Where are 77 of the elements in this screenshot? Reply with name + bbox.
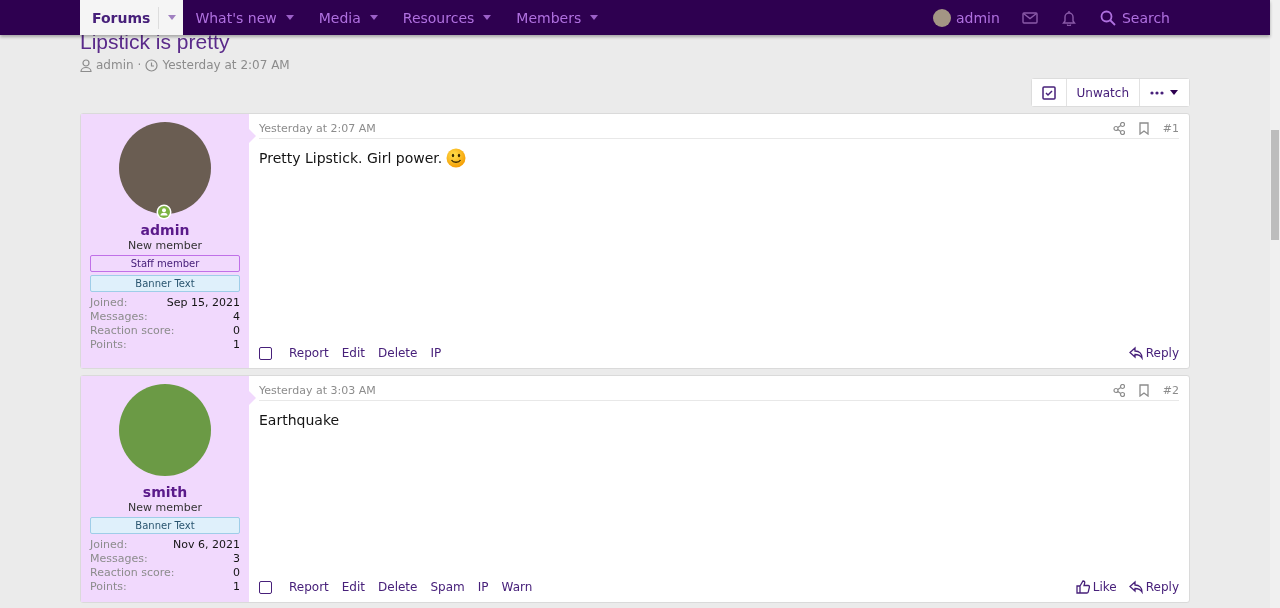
post-text: Pretty Lipstick. Girl power. — [259, 150, 443, 166]
user-title: New member — [128, 239, 202, 252]
stat-label: Joined: — [90, 538, 128, 552]
post-date-link[interactable]: Yesterday at 3:03 AM — [259, 384, 376, 397]
caret-icon — [368, 14, 379, 21]
stat-value: 0 — [233, 324, 240, 338]
nav-tab[interactable]: Forums — [80, 0, 184, 35]
caret-icon — [167, 14, 178, 21]
nav-tab[interactable]: Resources — [390, 0, 505, 35]
stat-value: 3 — [233, 552, 240, 566]
staff-banner: Staff member — [90, 255, 240, 272]
action-link[interactable]: IP — [477, 580, 489, 594]
user-banner: Banner Text — [90, 275, 240, 292]
user-icon — [80, 58, 92, 72]
search-icon — [1099, 9, 1116, 26]
caret-icon — [589, 14, 600, 21]
stat-label: Points: — [90, 580, 127, 594]
action-link[interactable]: Delete — [378, 580, 418, 594]
share-icon — [1112, 384, 1125, 397]
stat-label: Messages: — [90, 310, 148, 324]
stat-value: 0 — [233, 566, 240, 580]
reply-link[interactable]: Reply — [1128, 346, 1179, 360]
stat-label: Joined: — [90, 296, 128, 310]
share-button[interactable] — [1112, 122, 1125, 135]
nav-tab[interactable]: Members — [504, 0, 612, 35]
post-text: Earthquake — [259, 412, 340, 428]
select-checkbox[interactable] — [259, 346, 272, 360]
user-title: New member — [128, 501, 202, 514]
checkbox-icon — [1041, 85, 1056, 100]
action-link[interactable]: Edit — [341, 580, 366, 594]
caret-icon — [482, 14, 493, 21]
bookmark-button[interactable] — [1138, 122, 1149, 135]
user-banner: Banner Text — [90, 517, 240, 534]
action-link[interactable]: IP — [430, 346, 442, 360]
avatar-photo-placeholder — [933, 8, 951, 27]
stat-value: Nov 6, 2021 — [173, 538, 240, 552]
reply-arrow-icon — [1128, 580, 1143, 594]
bookmark-icon — [1138, 122, 1149, 135]
more-options-button[interactable] — [1139, 79, 1189, 106]
action-link[interactable]: Report — [289, 346, 329, 360]
stat-label: Reaction score: — [90, 324, 175, 338]
action-link[interactable]: Delete — [378, 346, 418, 360]
scrollbar[interactable] — [1270, 0, 1280, 608]
caret-icon — [284, 14, 295, 21]
envelope-icon — [1021, 11, 1038, 24]
username-link[interactable]: admin — [140, 222, 190, 238]
reply-link[interactable]: Reply — [1128, 580, 1179, 594]
reply-arrow-icon — [1128, 346, 1143, 360]
nav-tab[interactable]: Media — [306, 0, 391, 35]
bookmark-button[interactable] — [1138, 384, 1149, 397]
stat-value: 1 — [233, 338, 240, 352]
stat-value: 1 — [233, 580, 240, 594]
stat-label: Messages: — [90, 552, 148, 566]
stat-value: Sep 15, 2021 — [166, 296, 240, 310]
ellipsis-icon — [1150, 90, 1164, 95]
account-link[interactable]: admin — [925, 0, 1008, 35]
clock-icon — [145, 58, 159, 72]
bookmark-icon — [1138, 384, 1149, 397]
action-link[interactable]: Report — [289, 580, 329, 594]
caret-icon — [1169, 89, 1179, 96]
scrollbar-thumb[interactable] — [1271, 130, 1279, 240]
username-link[interactable]: smith — [142, 484, 188, 500]
stat-label: Reaction score: — [90, 566, 175, 580]
stat-label: Points: — [90, 338, 127, 352]
select-checkbox[interactable] — [259, 580, 272, 594]
action-link[interactable]: Warn — [501, 580, 533, 594]
share-button[interactable] — [1112, 384, 1125, 397]
stat-value: 4 — [233, 310, 240, 324]
separator-dot: · — [137, 58, 142, 72]
search-button[interactable]: Search — [1089, 0, 1180, 35]
post-date-link[interactable]: Yesterday at 2:07 AM — [259, 122, 376, 135]
bell-icon — [1061, 9, 1076, 26]
like-link[interactable]: Like — [1075, 580, 1117, 594]
share-icon — [1112, 122, 1125, 135]
thumbs-up-icon — [1075, 580, 1090, 594]
action-link[interactable]: Spam — [430, 580, 465, 594]
action-link[interactable]: Edit — [341, 346, 366, 360]
